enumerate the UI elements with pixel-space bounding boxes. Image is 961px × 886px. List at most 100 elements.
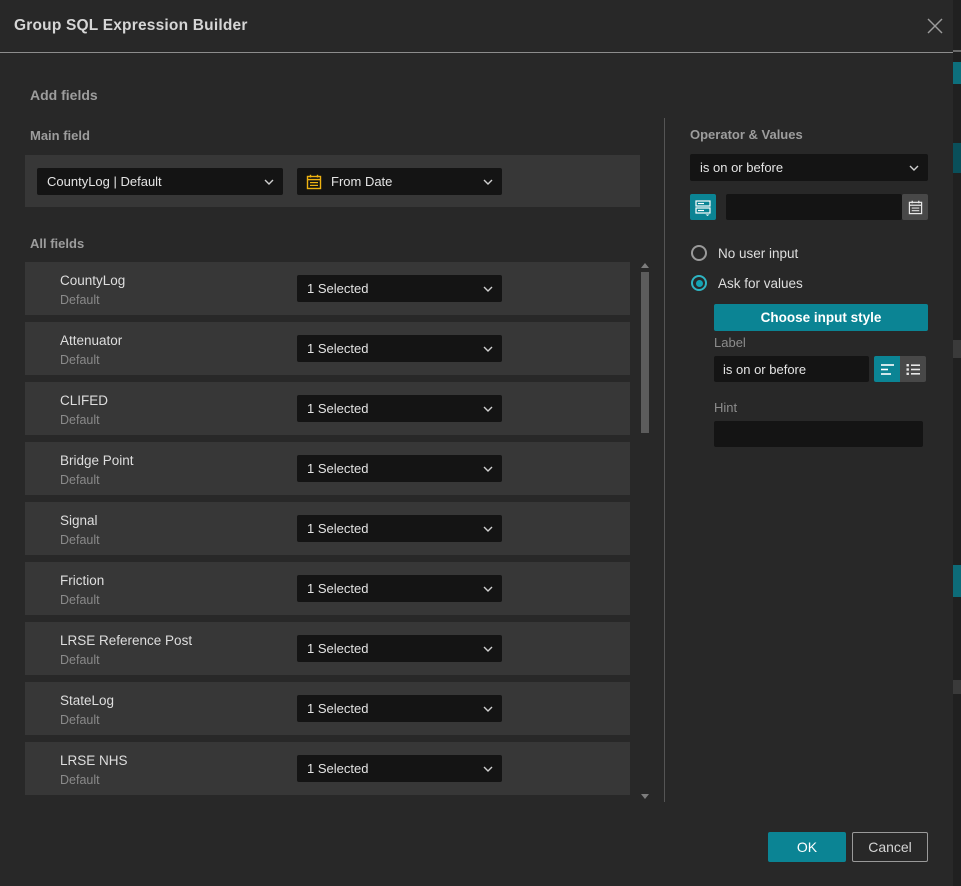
- chevron-down-icon: [483, 346, 493, 352]
- operator-dropdown-value: is on or before: [690, 160, 909, 175]
- cancel-button[interactable]: Cancel: [852, 832, 928, 862]
- field-subtitle: Default: [60, 653, 100, 667]
- background-app-edge: [953, 0, 961, 886]
- list-style-button[interactable]: [900, 356, 926, 382]
- add-fields-heading: Add fields: [30, 87, 98, 103]
- field-selected-value: 1 Selected: [297, 641, 483, 656]
- radio-ask-for-values-label: Ask for values: [718, 276, 803, 291]
- calendar-icon: [908, 200, 923, 215]
- main-layer-dropdown-value: CountyLog | Default: [37, 174, 264, 189]
- radio-circle-icon: [691, 245, 707, 261]
- field-name: CountyLog: [60, 273, 125, 288]
- date-picker-button[interactable]: [902, 194, 928, 220]
- field-row: LRSE Reference Post Default 1 Selected: [25, 622, 630, 675]
- field-row: CLIFED Default 1 Selected: [25, 382, 630, 435]
- radio-circle-selected-icon: [691, 275, 707, 291]
- field-selected-value: 1 Selected: [297, 281, 483, 296]
- field-row: StateLog Default 1 Selected: [25, 682, 630, 735]
- field-selected-dropdown[interactable]: 1 Selected: [297, 755, 502, 782]
- main-field-bar: CountyLog | Default From Date: [25, 155, 640, 207]
- field-selected-dropdown[interactable]: 1 Selected: [297, 695, 502, 722]
- scrollbar-up-arrow[interactable]: [641, 263, 649, 268]
- chevron-down-icon: [483, 466, 493, 472]
- align-left-lines-icon: [880, 363, 895, 376]
- group-sql-expression-builder-dialog: Group SQL Expression Builder Add fields …: [0, 0, 961, 886]
- operator-dropdown[interactable]: is on or before: [690, 154, 928, 181]
- field-selected-value: 1 Selected: [297, 461, 483, 476]
- field-row: LRSE NHS Default 1 Selected: [25, 742, 630, 795]
- field-selected-dropdown[interactable]: 1 Selected: [297, 455, 502, 482]
- label-caption: Label: [714, 335, 746, 350]
- radio-ask-for-values[interactable]: Ask for values: [691, 275, 803, 291]
- chevron-down-icon: [483, 706, 493, 712]
- operator-values-heading: Operator & Values: [690, 127, 803, 142]
- chevron-down-icon: [483, 586, 493, 592]
- bulleted-list-icon: [906, 363, 921, 376]
- all-fields-heading: All fields: [30, 236, 84, 251]
- field-subtitle: Default: [60, 593, 100, 607]
- field-subtitle: Default: [60, 713, 100, 727]
- radio-no-user-input[interactable]: No user input: [691, 245, 798, 261]
- main-date-field-dropdown[interactable]: From Date: [297, 168, 502, 195]
- scrollbar-thumb[interactable]: [641, 272, 649, 433]
- label-input[interactable]: [714, 356, 869, 382]
- field-subtitle: Default: [60, 293, 100, 307]
- chevron-down-icon: [483, 766, 493, 772]
- field-name: Attenuator: [60, 333, 122, 348]
- field-selected-value: 1 Selected: [297, 701, 483, 716]
- field-subtitle: Default: [60, 413, 100, 427]
- all-fields-list: CountyLog Default 1 Selected Attenuator Defa…: [25, 262, 630, 802]
- hint-input[interactable]: [714, 421, 923, 447]
- main-field-heading: Main field: [30, 128, 90, 143]
- title-bar: Group SQL Expression Builder: [0, 0, 961, 52]
- field-selected-dropdown[interactable]: 1 Selected: [297, 335, 502, 362]
- chevron-down-icon: [264, 179, 274, 185]
- chevron-down-icon: [483, 646, 493, 652]
- hint-caption: Hint: [714, 400, 737, 415]
- field-selected-value: 1 Selected: [297, 401, 483, 416]
- field-selected-value: 1 Selected: [297, 581, 483, 596]
- field-selected-dropdown[interactable]: 1 Selected: [297, 275, 502, 302]
- field-subtitle: Default: [60, 533, 100, 547]
- title-divider: [0, 52, 961, 53]
- field-row: Signal Default 1 Selected: [25, 502, 630, 555]
- ok-button[interactable]: OK: [768, 832, 846, 862]
- single-line-style-button[interactable]: [874, 356, 900, 382]
- field-name: CLIFED: [60, 393, 108, 408]
- field-row: Bridge Point Default 1 Selected: [25, 442, 630, 495]
- radio-no-user-input-label: No user input: [718, 246, 798, 261]
- value-input[interactable]: [726, 194, 902, 220]
- calendar-icon: [306, 174, 322, 190]
- close-icon[interactable]: [926, 17, 944, 35]
- field-subtitle: Default: [60, 353, 100, 367]
- field-selected-dropdown[interactable]: 1 Selected: [297, 635, 502, 662]
- chevron-down-icon: [483, 406, 493, 412]
- field-subtitle: Default: [60, 773, 100, 787]
- field-selected-dropdown[interactable]: 1 Selected: [297, 395, 502, 422]
- value-input-type-button[interactable]: [690, 194, 716, 220]
- chevron-down-icon: [483, 179, 493, 185]
- field-name: LRSE NHS: [60, 753, 128, 768]
- chevron-down-icon: [909, 165, 919, 171]
- main-layer-dropdown[interactable]: CountyLog | Default: [37, 168, 283, 195]
- field-selected-value: 1 Selected: [297, 341, 483, 356]
- main-date-field-value: From Date: [322, 174, 483, 189]
- field-selected-dropdown[interactable]: 1 Selected: [297, 515, 502, 542]
- field-row: Friction Default 1 Selected: [25, 562, 630, 615]
- field-name: Friction: [60, 573, 104, 588]
- field-subtitle: Default: [60, 473, 100, 487]
- panel-divider: [664, 118, 665, 802]
- field-row: Attenuator Default 1 Selected: [25, 322, 630, 375]
- field-selected-value: 1 Selected: [297, 521, 483, 536]
- choose-input-style-button[interactable]: Choose input style: [714, 304, 928, 331]
- field-selected-dropdown[interactable]: 1 Selected: [297, 575, 502, 602]
- chevron-down-icon: [483, 526, 493, 532]
- field-name: Signal: [60, 513, 98, 528]
- field-selected-value: 1 Selected: [297, 761, 483, 776]
- field-name: Bridge Point: [60, 453, 134, 468]
- field-row: CountyLog Default 1 Selected: [25, 262, 630, 315]
- scrollbar-down-arrow[interactable]: [641, 794, 649, 799]
- chevron-down-icon: [483, 286, 493, 292]
- field-name: StateLog: [60, 693, 114, 708]
- field-name: LRSE Reference Post: [60, 633, 192, 648]
